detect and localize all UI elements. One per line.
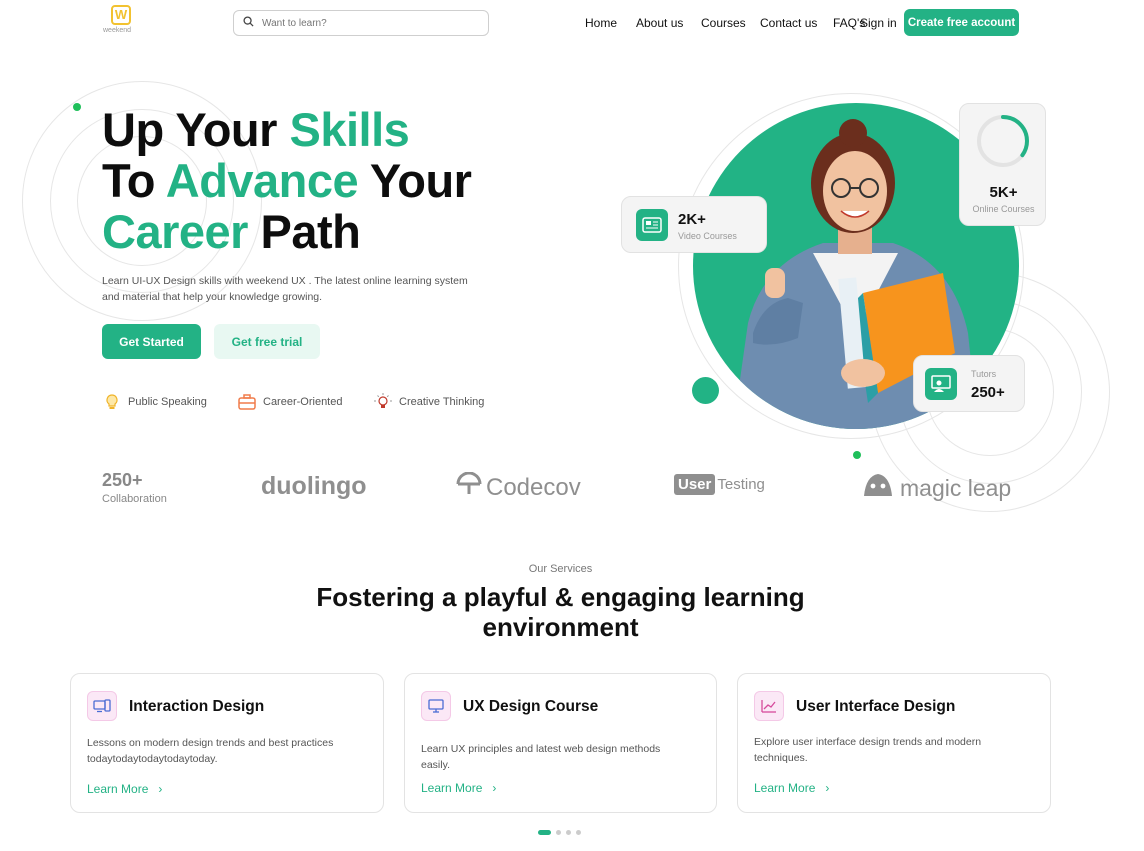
service-card-ui-design[interactable]: User Interface Design Explore user inter… [737,673,1051,813]
learn-more-link[interactable]: Learn More › [421,781,496,795]
feature-public-speaking: Public Speaking [102,392,207,412]
nav-courses[interactable]: Courses [701,16,746,30]
monitor-icon [421,691,451,721]
video-courses-card: 2K+ Video Courses [621,196,767,253]
progress-ring [977,115,1029,167]
learn-more-link[interactable]: Learn More › [754,781,829,795]
learn-more-link[interactable]: Learn More › [87,782,162,796]
service-description: Explore user interface design trends and… [754,736,982,764]
tutors-label: Tutors [971,369,997,379]
feature-career-oriented: Career-Oriented [237,392,342,412]
tutors-card: Tutors 250+ [913,355,1025,412]
logo-wordmark: weekend [103,27,132,34]
services-eyebrow: Our Services [528,563,593,575]
service-name: User Interface Design [796,698,956,715]
service-name: UX Design Course [463,698,599,715]
tutors-value: 250+ [971,384,1005,401]
chevron-right-icon: › [492,781,497,795]
search-icon [243,14,254,32]
get-started-button[interactable]: Get Started [102,324,201,359]
hero-description: Learn UI-UX Design skills with weekend U… [102,275,468,303]
collaboration-value: 250+ [102,470,143,490]
logo-mark: W [111,5,131,25]
service-description: Learn UX principles and latest web desig… [421,743,661,771]
idea-bulb-icon [373,392,393,412]
search-input[interactable] [262,17,462,29]
pager-dot[interactable] [576,830,581,835]
pager-dot[interactable] [556,830,561,835]
briefcase-icon [237,392,257,412]
create-account-button[interactable]: Create free account [904,9,1019,36]
nav-home[interactable]: Home [585,16,617,30]
decor-green-dot [692,377,719,404]
pager-dot[interactable] [566,830,571,835]
search-bar[interactable] [233,10,489,36]
codecov-logo: Codecov [456,471,581,503]
decor-dot [73,103,81,111]
online-courses-value: 5K+ [989,184,1018,201]
hero-title: Up Your Skills To Advance Your Career Pa… [102,103,472,258]
umbrella-icon [456,471,482,503]
tutor-icon [925,368,957,400]
online-courses-card: 5K+ Online Courses [959,103,1046,226]
chevron-right-icon: › [825,781,830,795]
services-title: Fostering a playful & engaging learning … [316,582,805,642]
duolingo-logo: duolingo [261,472,367,500]
logo[interactable]: W weekend [103,5,137,37]
lightbulb-icon [102,392,122,412]
chart-icon [754,691,784,721]
nav-sign-in[interactable]: Sign in [860,16,897,30]
usertesting-logo: User Testing [674,474,765,495]
nav-about-us[interactable]: About us [636,16,683,30]
magic-leap-icon [862,472,894,505]
video-icon [636,209,668,241]
video-courses-label: Video Courses [678,231,737,241]
decor-dot [853,451,861,459]
video-courses-value: 2K+ [678,211,706,228]
devices-icon [87,691,117,721]
free-trial-button[interactable]: Get free trial [214,324,320,359]
nav-contact-us[interactable]: Contact us [760,16,817,30]
service-name: Interaction Design [129,698,265,715]
carousel-pager [538,830,586,835]
service-card-interaction-design[interactable]: Interaction Design Lessons on modern des… [70,673,384,813]
service-description: Lessons on modern design trends and best… [87,737,334,765]
feature-creative-thinking: Creative Thinking [373,392,484,412]
service-card-ux-design[interactable]: UX Design Course Learn UX principles and… [404,673,717,813]
online-courses-label: Online Courses [972,204,1035,214]
chevron-right-icon: › [158,782,163,796]
collaboration-label: Collaboration [102,493,167,505]
pager-dot-active[interactable] [538,830,551,835]
magic-leap-logo: magic leap [862,472,1011,505]
